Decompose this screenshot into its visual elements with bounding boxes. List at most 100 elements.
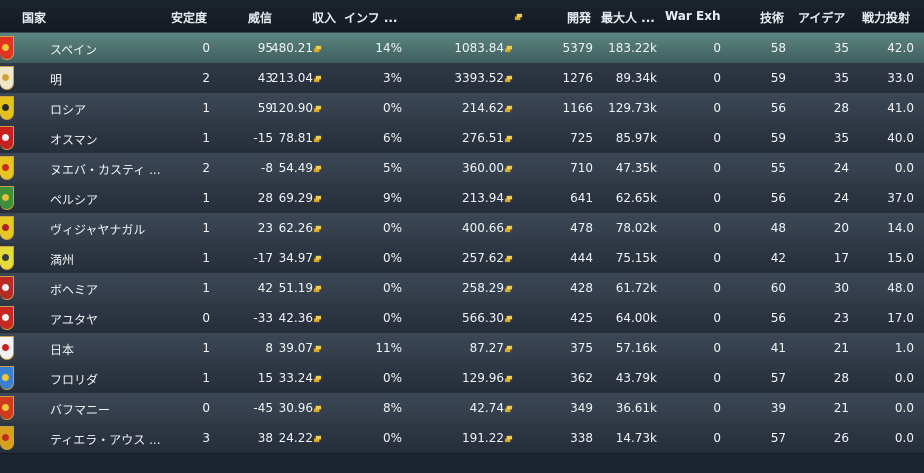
country-name[interactable]: 満州 xyxy=(50,251,74,268)
power-projection-value-text: 42.0 xyxy=(887,41,914,55)
development-value: 349 xyxy=(570,401,593,415)
column-header-treasury[interactable] xyxy=(514,9,523,23)
war-exhaustion-value: 0 xyxy=(713,71,721,85)
country-row[interactable]: バフマニー 0 -45 30.96 8% 42.74 349 36.61k 0 39 21 0.0 xyxy=(0,393,924,424)
gold-coin-icon xyxy=(313,45,322,53)
column-header-tech[interactable]: 技術 xyxy=(760,9,784,26)
development-value-text: 349 xyxy=(570,401,593,415)
country-flag-icon[interactable] xyxy=(0,246,14,270)
country-flag-icon[interactable] xyxy=(0,36,14,60)
stability-value-text: 1 xyxy=(202,131,210,145)
country-flag-icon[interactable] xyxy=(0,366,14,390)
income-value-text: 120.90 xyxy=(271,101,313,115)
flag-emblem xyxy=(2,134,9,141)
war-exhaustion-value: 0 xyxy=(713,281,721,295)
country-row[interactable]: ペルシア 1 28 69.29 9% 213.94 641 62.65k 0 56 24 37.0 xyxy=(0,183,924,214)
country-row[interactable]: 日本 1 8 39.07 11% 87.27 375 57.16k 0 41 21 1.0 xyxy=(0,333,924,364)
column-header-power-projection[interactable]: 戦力投射 xyxy=(862,9,910,26)
country-name[interactable]: ヴィジャヤナガル xyxy=(50,221,145,238)
country-row[interactable]: ヴィジャヤナガル 1 23 62.26 0% 400.66 478 78.02k 0 48 20 14… xyxy=(0,213,924,244)
inflation-value: 3% xyxy=(383,71,402,85)
country-name[interactable]: 明 xyxy=(50,71,62,88)
stability-value: 1 xyxy=(202,101,210,115)
flag-emblem xyxy=(2,434,9,441)
treasury-value-text: 213.94 xyxy=(462,191,504,205)
country-row[interactable]: ボヘミア 1 42 51.19 0% 258.29 428 61.72k 0 60 30 48.0 xyxy=(0,273,924,304)
column-header-max-manpower[interactable]: 最大人 ... xyxy=(601,9,655,26)
flag-emblem xyxy=(2,254,9,261)
gold-coin-icon xyxy=(504,165,513,173)
treasury-value: 360.00 xyxy=(462,161,513,175)
prestige-value: -15 xyxy=(253,131,273,145)
country-flag-icon[interactable] xyxy=(0,216,14,240)
country-flag-icon[interactable] xyxy=(0,186,14,210)
country-flag-icon[interactable] xyxy=(0,96,14,120)
prestige-value-text: 8 xyxy=(265,341,273,355)
country-row[interactable]: ロシア 1 59 120.90 0% 214.62 1166 129.73k 0 56 28 41.0 xyxy=(0,93,924,124)
country-row[interactable]: スペイン 0 95 480.21 14% 1083.84 5379 183.22k 0 58 35 4… xyxy=(0,33,924,64)
gold-coin-icon xyxy=(313,165,322,173)
treasury-value: 129.96 xyxy=(462,371,513,385)
country-row[interactable]: アユタヤ 0 -33 42.36 0% 566.30 425 64.00k 0 56 23 17.0 xyxy=(0,303,924,334)
country-row[interactable]: ティエラ・アウス ... 3 38 24.22 0% 191.22 338 14.73k 0 57… xyxy=(0,423,924,454)
treasury-value-text: 214.62 xyxy=(462,101,504,115)
country-name[interactable]: アユタヤ xyxy=(50,311,98,328)
country-flag-icon[interactable] xyxy=(0,396,14,420)
country-name[interactable]: バフマニー xyxy=(50,401,110,418)
prestige-value-text: -17 xyxy=(253,251,273,265)
max-manpower-value: 75.15k xyxy=(616,251,657,265)
country-name[interactable]: ヌエバ・カスティ ... xyxy=(50,161,161,178)
tech-value-text: 59 xyxy=(770,131,786,145)
country-flag-icon[interactable] xyxy=(0,156,14,180)
column-header-war-exhaustion[interactable]: War Exh xyxy=(665,9,720,23)
power-projection-value-text: 33.0 xyxy=(887,71,914,85)
stability-value: 1 xyxy=(202,371,210,385)
column-header-income[interactable]: 収入 xyxy=(312,9,336,26)
prestige-value: -17 xyxy=(253,251,273,265)
country-row[interactable]: フロリダ 1 15 33.24 0% 129.96 362 43.79k 0 57 28 0.0 xyxy=(0,363,924,394)
ideas-value: 24 xyxy=(834,191,849,205)
tech-value: 41 xyxy=(771,341,786,355)
country-flag-icon[interactable] xyxy=(0,276,14,300)
prestige-value-text: -8 xyxy=(261,161,273,175)
ideas-value-text: 26 xyxy=(833,431,849,445)
country-name[interactable]: 日本 xyxy=(50,341,74,358)
gold-coin-icon xyxy=(504,315,513,323)
country-row[interactable]: 満州 1 -17 34.97 0% 257.62 444 75.15k 0 42 17 15.0 xyxy=(0,243,924,274)
country-flag-icon[interactable] xyxy=(0,306,14,330)
country-row[interactable]: ヌエバ・カスティ ... 2 -8 54.49 5% 360.00 710 47.35k 0 55… xyxy=(0,153,924,184)
country-name[interactable]: スペイン xyxy=(50,41,97,58)
tech-value-text: 42 xyxy=(770,251,786,265)
development-value: 641 xyxy=(570,191,593,205)
country-name[interactable]: フロリダ xyxy=(50,371,98,388)
development-value-text: 425 xyxy=(570,311,593,325)
inflation-value: 9% xyxy=(383,191,402,205)
country-name[interactable]: ボヘミア xyxy=(50,281,98,298)
country-flag-icon[interactable] xyxy=(0,426,14,450)
tech-value-text: 58 xyxy=(770,41,786,55)
column-header-development[interactable]: 開発 xyxy=(567,9,591,26)
ideas-value: 28 xyxy=(834,101,849,115)
tech-value: 56 xyxy=(771,311,786,325)
country-row[interactable]: オスマン 1 -15 78.81 6% 276.51 725 85.97k 0 59 35 40.0 xyxy=(0,123,924,154)
country-name[interactable]: ペルシア xyxy=(50,191,98,208)
country-name[interactable]: ティエラ・アウス ... xyxy=(50,431,161,448)
column-header-prestige[interactable]: 威信 xyxy=(248,9,272,26)
prestige-value: 28 xyxy=(258,191,273,205)
column-header-ideas[interactable]: アイデア xyxy=(798,9,845,26)
stability-value-text: 1 xyxy=(202,101,210,115)
country-name[interactable]: オスマン xyxy=(50,131,98,148)
country-flag-icon[interactable] xyxy=(0,66,14,90)
country-name[interactable]: ロシア xyxy=(50,101,86,118)
country-row[interactable]: 明 2 43 213.04 3% 3393.52 1276 89.34k 0 59 35 33.0 xyxy=(0,63,924,94)
column-header-inflation[interactable]: インフ ... xyxy=(344,9,398,26)
max-manpower-value-text: 36.61k xyxy=(615,401,657,415)
country-ledger: 国家 安定度 威信 収入 インフ ... 開発 最大人 ... War Exh … xyxy=(0,0,924,473)
column-header-stability[interactable]: 安定度 xyxy=(171,9,207,26)
gold-coin-icon xyxy=(504,225,513,233)
column-header-country[interactable]: 国家 xyxy=(22,9,46,26)
country-flag-icon[interactable] xyxy=(0,126,14,150)
development-value-text: 710 xyxy=(570,161,593,175)
country-flag-icon[interactable] xyxy=(0,336,14,360)
prestige-value-text: 15 xyxy=(257,371,273,385)
